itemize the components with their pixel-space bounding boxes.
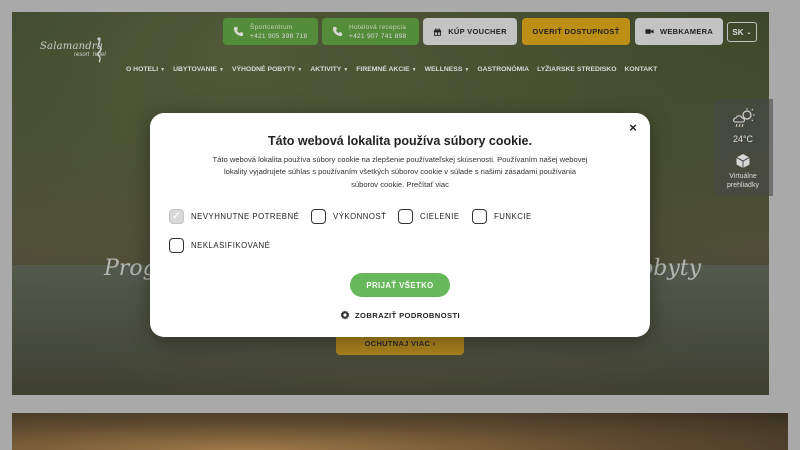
checkbox[interactable] bbox=[398, 209, 413, 224]
cookie-option-label: FUNKCIE bbox=[494, 212, 532, 221]
cookie-option-strictly-necessary[interactable]: ✓ NEVYHNUTNE POTREBNÉ bbox=[169, 209, 299, 224]
cookie-dialog-title: Táto webová lokalita používa súbory cook… bbox=[268, 134, 532, 148]
cookie-option-functionality[interactable]: FUNKCIE bbox=[472, 209, 532, 224]
cookie-option-label: NEKLASIFIKOVANÉ bbox=[191, 241, 271, 250]
accept-all-button[interactable]: PRIJAŤ VŠETKO bbox=[350, 273, 450, 297]
cookie-dialog-text: Táto webová lokalita používa súbory cook… bbox=[212, 155, 588, 189]
checkbox[interactable] bbox=[311, 209, 326, 224]
show-details-button[interactable]: ZOBRAZIŤ PODROBNOSTI bbox=[150, 310, 650, 320]
cookie-option-label: CIELENIE bbox=[420, 212, 460, 221]
checkbox-checked[interactable]: ✓ bbox=[169, 209, 184, 224]
checkbox[interactable] bbox=[169, 238, 184, 253]
cookie-option-unclassified[interactable]: NEKLASIFIKOVANÉ bbox=[169, 238, 270, 253]
close-icon[interactable]: × bbox=[626, 121, 640, 135]
cookie-option-targeting[interactable]: CIELENIE bbox=[398, 209, 460, 224]
gear-icon bbox=[340, 310, 350, 320]
show-details-label: ZOBRAZIŤ PODROBNOSTI bbox=[354, 310, 461, 320]
checkbox[interactable] bbox=[472, 209, 487, 224]
cookie-option-performance[interactable]: VÝKONNOSŤ bbox=[311, 209, 386, 224]
page: Salamandra resort hotel Športcentrum +42… bbox=[0, 0, 800, 450]
cookie-consent-dialog: × Táto webová lokalita používa súbory co… bbox=[150, 113, 650, 337]
cookie-option-label: NEVYHNUTNE POTREBNÉ bbox=[191, 212, 300, 221]
cookie-option-label: VÝKONNOSŤ bbox=[333, 212, 387, 221]
